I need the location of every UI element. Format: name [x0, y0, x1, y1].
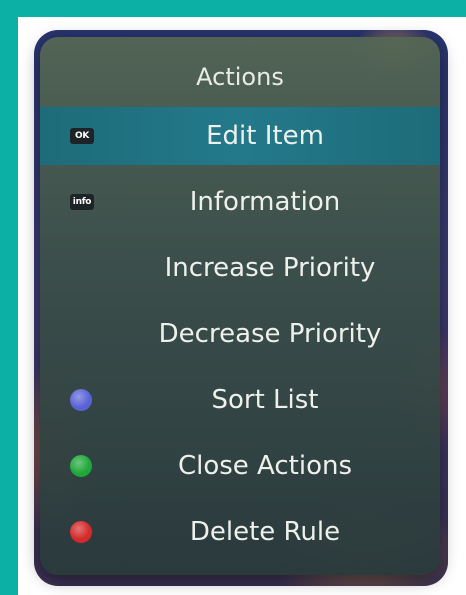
- menu-item-edit-item[interactable]: OK Edit Item: [40, 107, 440, 165]
- menu-item-label: Close Actions: [177, 451, 353, 481]
- menu-item-increase-priority[interactable]: Increase Priority: [40, 239, 440, 297]
- info-key-icon: info: [70, 194, 94, 210]
- ok-key-badge: OK: [70, 128, 94, 144]
- ok-key-icon: OK: [70, 128, 94, 144]
- blue-key-dot: [70, 389, 92, 411]
- screen: Actions OK Edit Item info Information In…: [0, 0, 466, 595]
- menu-item-delete-rule[interactable]: Delete Rule: [40, 503, 440, 561]
- menu-item-information[interactable]: info Information: [40, 173, 440, 231]
- blue-key-icon: [70, 389, 92, 411]
- menu-item-label: Increase Priority: [164, 253, 376, 283]
- menu-title: Actions: [196, 63, 284, 91]
- green-key-icon: [70, 455, 92, 477]
- red-key-dot: [70, 521, 92, 543]
- menu-item-sort-list[interactable]: Sort List: [40, 371, 440, 429]
- menu-item-label: Information: [189, 187, 341, 217]
- menu-item-decrease-priority[interactable]: Decrease Priority: [40, 305, 440, 363]
- info-key-badge: info: [70, 194, 94, 210]
- menu-item-label: Decrease Priority: [158, 319, 382, 349]
- actions-menu: Actions OK Edit Item info Information In…: [40, 37, 440, 575]
- menu-item-label: Sort List: [211, 385, 319, 415]
- red-key-icon: [70, 521, 92, 543]
- menu-item-label: Edit Item: [206, 121, 324, 151]
- menu-item-close-actions[interactable]: Close Actions: [40, 437, 440, 495]
- menu-item-label: Delete Rule: [189, 517, 341, 547]
- green-key-dot: [70, 455, 92, 477]
